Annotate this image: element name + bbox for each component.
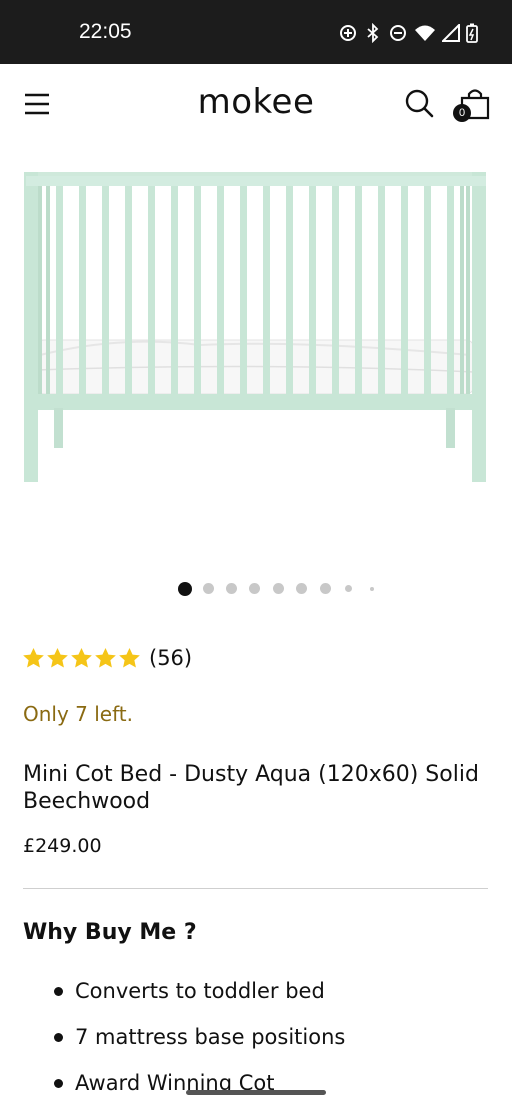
wifi-icon [415,25,435,41]
cellular-signal-icon [442,24,460,42]
star-icon [95,647,116,668]
carousel-dot[interactable] [320,583,331,594]
carousel-dot[interactable] [370,587,374,591]
product-rating[interactable]: (56) [22,644,192,672]
list-item: Award Winning Cot [52,1068,345,1109]
product-price: £249.00 [23,835,102,857]
site-header: mokee 0 [0,64,512,148]
stock-note: Only 7 left. [23,702,133,726]
star-icon [71,647,92,668]
status-icons [338,22,478,44]
carousel-dot[interactable] [226,583,237,594]
status-time: 22:05 [79,20,132,43]
bluetooth-icon [367,23,379,43]
data-saver-icon [340,25,356,41]
carousel-dot[interactable] [203,583,214,594]
star-icon [119,647,140,668]
product-image[interactable] [0,150,512,550]
star-icon [23,647,44,668]
carousel-dots [0,580,512,598]
do-not-disturb-icon [390,25,406,41]
carousel-dot[interactable] [345,585,352,592]
star-icon [47,647,68,668]
search-icon [405,89,434,118]
cart-count-badge: 0 [453,104,471,122]
list-item: Converts to toddler bed [52,976,345,1022]
carousel-dot[interactable] [249,583,260,594]
carousel-dot[interactable] [273,583,284,594]
list-item: 7 mattress base positions [52,1022,345,1068]
review-count[interactable]: (56) [149,646,192,670]
product-title: Mini Cot Bed - Dusty Aqua (120x60) Solid… [23,762,479,814]
rating-stars [22,647,141,669]
carousel-dot[interactable] [296,583,307,594]
divider [23,888,488,889]
battery-charging-icon [466,23,478,43]
why-buy-heading: Why Buy Me ? [23,920,197,945]
gesture-navigation-bar[interactable] [186,1090,326,1095]
status-bar: 22:05 [0,0,512,64]
search-button[interactable] [402,86,436,120]
carousel-dot-active[interactable] [178,582,192,596]
crib-illustration [24,172,486,482]
